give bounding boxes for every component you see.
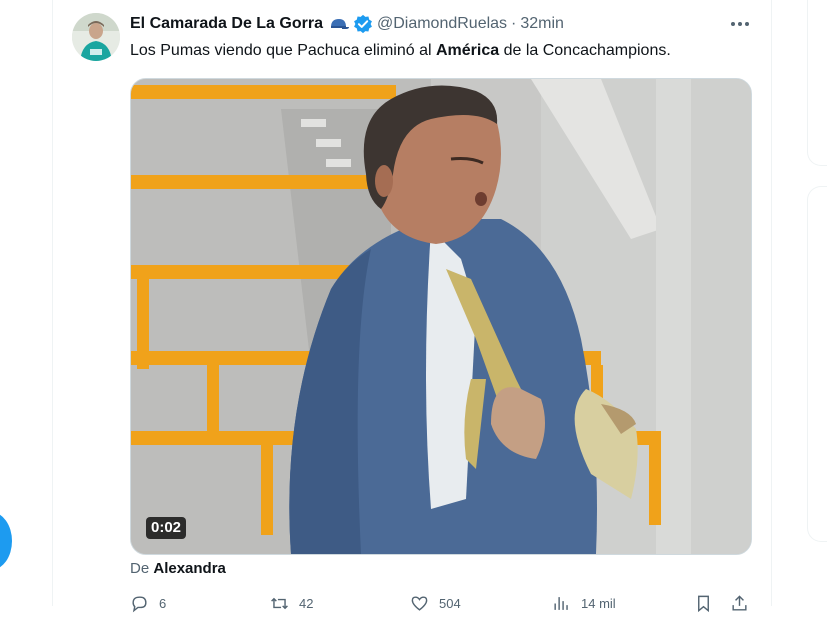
like-button[interactable]: 504 <box>410 594 461 613</box>
verified-badge-icon[interactable] <box>353 14 373 34</box>
separator-dot: · <box>511 15 517 32</box>
author-name[interactable]: El Camarada De La Gorra <box>130 15 323 33</box>
credit-prefix: De <box>130 560 150 577</box>
credit-name[interactable]: Alexandra <box>153 560 226 577</box>
tweet-actions: 6 42 504 14 mil <box>130 594 750 618</box>
repost-count: 42 <box>299 596 314 611</box>
more-options-icon[interactable] <box>726 12 754 36</box>
views-icon <box>554 597 568 610</box>
video-duration-badge: 0:02 <box>146 517 187 539</box>
cap-icon <box>330 19 349 29</box>
tweet-text-bold: América <box>435 42 500 59</box>
bookmark-icon <box>698 595 709 613</box>
like-count: 504 <box>439 596 461 611</box>
sidebar-card <box>807 186 827 542</box>
bookmark-button[interactable] <box>694 594 723 613</box>
tweet-text-part: Los Pumas viendo que Pachuca eliminó al <box>130 42 436 59</box>
reply-icon <box>132 596 147 613</box>
video-player[interactable]: 0:02 <box>130 78 752 555</box>
tweet-text-part: de la Concachampions. <box>499 42 671 59</box>
reply-count: 6 <box>159 596 167 611</box>
timestamp[interactable]: 32min <box>520 15 564 33</box>
views-button[interactable]: 14 mil <box>552 594 616 613</box>
repost-button[interactable]: 42 <box>270 594 313 613</box>
media-credit: De Alexandra <box>130 560 226 577</box>
tweet-header: El Camarada De La Gorra @DiamondRuelas ·… <box>130 14 564 34</box>
tweet-text: Los Pumas viendo que Pachuca eliminó al … <box>130 40 671 62</box>
views-count: 14 mil <box>581 596 616 611</box>
heart-icon <box>411 596 428 611</box>
share-button[interactable] <box>730 594 759 613</box>
repost-icon <box>271 597 288 610</box>
compose-fab-button[interactable] <box>0 512 12 570</box>
share-icon <box>732 595 747 611</box>
author-handle[interactable]: @DiamondRuelas <box>377 15 507 33</box>
sidebar-card <box>807 0 827 166</box>
avatar[interactable] <box>72 13 120 61</box>
reply-button[interactable]: 6 <box>130 594 166 613</box>
